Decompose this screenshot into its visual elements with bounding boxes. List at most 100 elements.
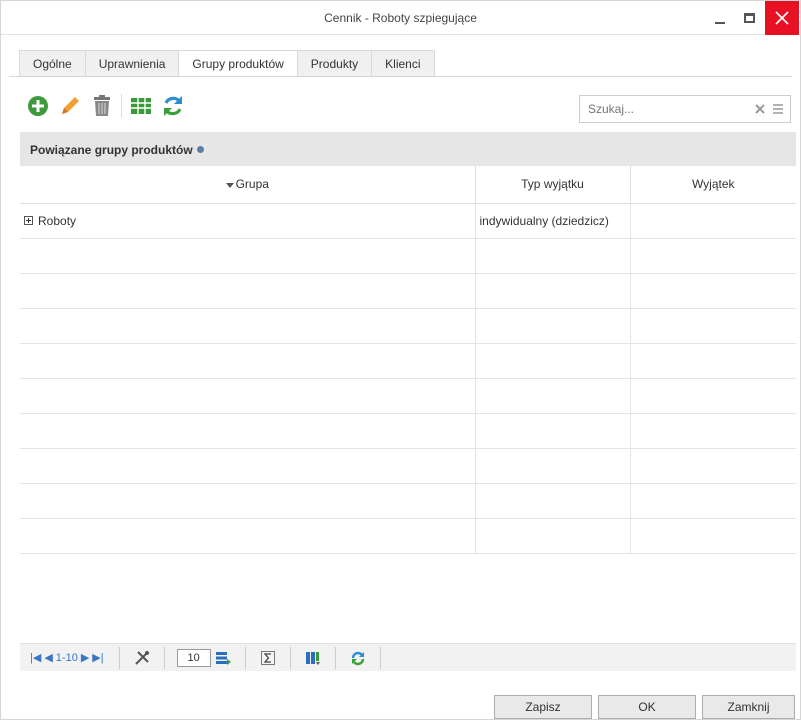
maximize-button[interactable]: [737, 1, 761, 35]
column-header-wyjatek[interactable]: Wyjątek: [630, 166, 796, 204]
search-menu-icon[interactable]: [772, 103, 784, 115]
prev-page-icon[interactable]: ◀: [44, 651, 52, 664]
tab-uprawnienia[interactable]: Uprawnienia: [84, 50, 179, 77]
empty-cell: [630, 238, 796, 274]
panel-title-text: Powiązane grupy produktów: [30, 143, 193, 157]
window-title: Cennik - Roboty szpiegujące: [324, 11, 477, 25]
tabs-divider: [9, 76, 792, 77]
panel-title: Powiązane grupy produktów: [30, 143, 204, 157]
cell-typ: indywidualny (dziedzicz): [475, 203, 631, 239]
empty-cell: [630, 448, 796, 484]
ok-button[interactable]: OK: [598, 695, 696, 719]
edit-button[interactable]: [57, 93, 83, 119]
sort-desc-icon: [225, 182, 234, 188]
empty-cell: [20, 308, 476, 344]
cell-text: Roboty: [38, 213, 77, 228]
toolbar: [25, 91, 192, 121]
empty-cell: [20, 413, 476, 449]
empty-cell: [630, 343, 796, 379]
add-button[interactable]: [25, 93, 51, 119]
empty-cell: [20, 238, 476, 274]
empty-cell: [475, 518, 631, 554]
delete-icon: [94, 95, 110, 116]
columns-button[interactable]: [303, 648, 323, 668]
clear-search-icon[interactable]: [754, 102, 766, 116]
tab-produkty[interactable]: Produkty: [296, 50, 372, 77]
table-row-empty: [20, 238, 796, 274]
last-page-icon[interactable]: ▶|: [92, 651, 103, 664]
empty-cell: [20, 518, 476, 554]
tab-bar: Ogólne Uprawnienia Grupy produktów Produ…: [19, 50, 435, 77]
column-label: Grupa: [235, 177, 269, 192]
table-row-empty: [20, 483, 796, 519]
close-button[interactable]: Zamknij: [702, 695, 795, 719]
search-input[interactable]: [588, 101, 748, 117]
table-row[interactable]: Roboty indywidualny (dziedzicz): [20, 203, 796, 239]
close-window-button[interactable]: [765, 1, 799, 35]
minimize-button[interactable]: [707, 1, 733, 35]
empty-cell: [475, 238, 631, 274]
delete-button[interactable]: [89, 93, 115, 119]
sum-icon: [260, 650, 275, 665]
search-box: [579, 95, 791, 123]
page-range: 1-10: [55, 651, 78, 664]
edit-icon: [62, 97, 79, 114]
pager-separator: [289, 646, 291, 669]
page-size-button[interactable]: [213, 648, 233, 668]
dialog-window: Cennik - Roboty szpiegujące Ogólne Upraw…: [0, 0, 801, 720]
table-view-button[interactable]: [128, 93, 154, 119]
toolbar-separator: [121, 94, 122, 118]
empty-cell: [475, 343, 631, 379]
empty-cell: [20, 448, 476, 484]
pager-separator: [118, 646, 120, 669]
table-row-empty: [20, 343, 796, 379]
page-size-input[interactable]: 10: [176, 648, 211, 667]
table-icon: [131, 98, 151, 114]
page-navigation: |◀ ◀ 1-10 ▶ ▶|: [30, 651, 107, 665]
tools-icon: [134, 650, 149, 665]
table-header-row: Grupa Typ wyjątku Wyjątek: [20, 166, 796, 204]
pagination-bar: |◀ ◀ 1-10 ▶ ▶| 10: [20, 643, 796, 671]
columns-icon: [305, 651, 320, 665]
column-header-typ-wyjatku[interactable]: Typ wyjątku: [475, 166, 631, 204]
empty-cell: [475, 413, 631, 449]
refresh-button[interactable]: [160, 93, 186, 119]
column-header-grupa[interactable]: Grupa: [20, 166, 476, 204]
rows-icon: [215, 651, 231, 665]
close-icon: [775, 11, 789, 25]
cell-grupa: Roboty: [20, 203, 476, 239]
empty-cell: [630, 413, 796, 449]
pager-separator: [163, 646, 165, 669]
table-row-empty: [20, 448, 796, 484]
related-groups-panel: Powiązane grupy produktów Grupa Typ wyją…: [20, 132, 796, 642]
save-button[interactable]: Zapisz: [494, 695, 592, 719]
tab-ogolne[interactable]: Ogólne: [19, 50, 85, 77]
next-page-icon[interactable]: ▶: [81, 651, 89, 664]
first-page-icon[interactable]: |◀: [30, 651, 41, 664]
pager-separator: [334, 646, 336, 669]
empty-cell: [475, 483, 631, 519]
clear-filters-button[interactable]: [132, 648, 152, 668]
empty-cell: [475, 273, 631, 309]
maximize-icon: [743, 13, 755, 23]
empty-cell: [20, 483, 476, 519]
reload-button[interactable]: [348, 648, 368, 668]
table-row-empty: [20, 413, 796, 449]
empty-cell: [20, 273, 476, 309]
summary-button[interactable]: [258, 648, 278, 668]
title-bar: Cennik - Roboty szpiegujące: [1, 1, 800, 35]
add-icon: [28, 96, 48, 116]
minimize-icon: [715, 22, 725, 24]
refresh-icon: [164, 96, 182, 116]
table-row-empty: [20, 273, 796, 309]
empty-cell: [630, 273, 796, 309]
info-icon[interactable]: [196, 146, 204, 154]
tab-klienci[interactable]: Klienci: [371, 50, 435, 77]
groups-table: Grupa Typ wyjątku Wyjątek Roboty indywid…: [20, 166, 796, 554]
tab-grupy-produktow[interactable]: Grupy produktów: [178, 50, 297, 77]
table-row-empty: [20, 378, 796, 414]
empty-cell: [630, 308, 796, 344]
empty-cell: [475, 448, 631, 484]
expand-plus-icon[interactable]: [24, 215, 33, 225]
table-row-empty: [20, 518, 796, 554]
